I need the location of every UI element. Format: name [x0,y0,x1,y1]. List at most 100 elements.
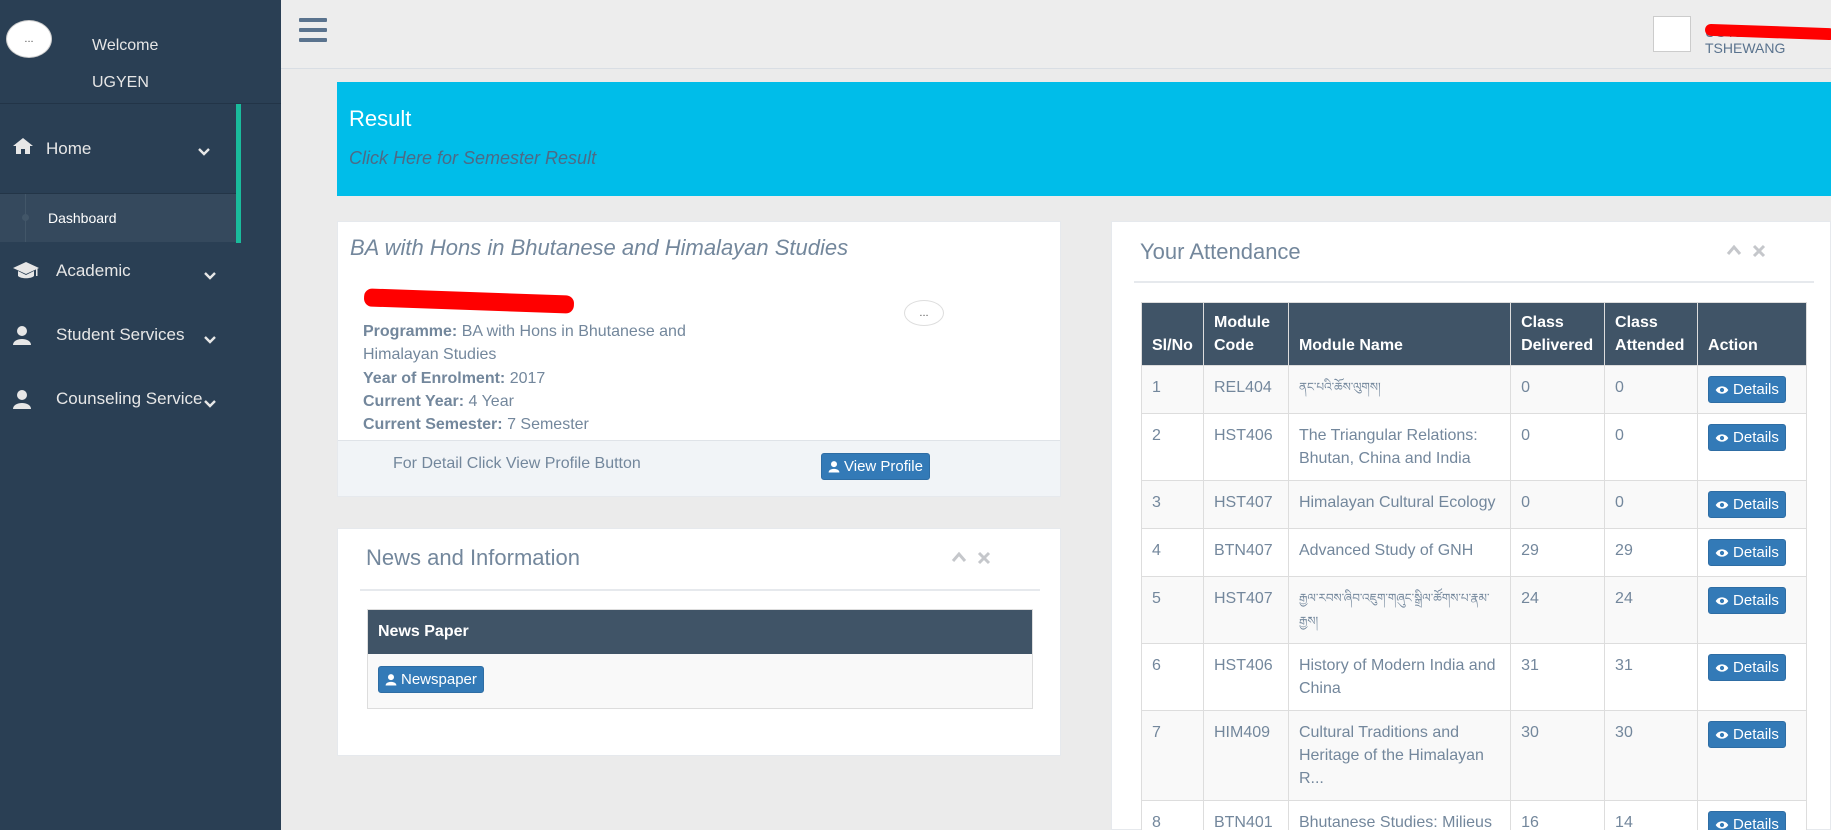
details-button[interactable]: Details [1708,654,1786,681]
cell-class-delivered: 30 [1510,710,1606,801]
table-row: Newspaper [368,654,1032,708]
cell-class-delivered: 29 [1510,528,1606,577]
panel-tools [951,551,991,565]
column-header: Module Code [1202,302,1289,366]
sidebar-item-dashboard[interactable]: Dashboard [0,194,236,242]
details-button[interactable]: Details [1708,721,1786,748]
newspaper-button[interactable]: Newspaper [378,666,484,693]
divider [360,589,1040,591]
user-icon [385,674,397,686]
column-header: Class Attended [1604,302,1699,366]
close-icon[interactable] [977,551,991,565]
details-button[interactable]: Details [1708,376,1786,403]
sidebar-item-label: Academic [56,261,131,280]
cell-class-delivered: 0 [1510,480,1606,529]
sidebar-item-home[interactable]: Home [0,104,236,194]
cell-module-name: The Triangular Relations: Bhutan, China … [1287,413,1512,481]
eye-icon [1715,500,1729,509]
semester-result-link[interactable]: Click Here for Semester Result [349,148,596,169]
cell-class-delivered: 16 [1510,800,1606,830]
button-label: Details [1733,726,1779,743]
details-button[interactable]: Details [1708,539,1786,566]
button-label: Details [1733,659,1779,676]
cell-class-attended: 14 [1604,800,1699,830]
collapse-icon[interactable] [1726,244,1742,256]
result-banner: Result Click Here for Semester Result [337,82,1831,196]
sidebar-item-label: Home [46,138,92,158]
cell-action: Details [1697,643,1807,711]
cell-sl-no: 8 [1141,800,1204,830]
table-row: 7 HIM409 Cultural Traditions and Heritage … [1141,710,1807,801]
avatar: ... [6,20,52,58]
collapse-icon[interactable] [951,551,967,563]
cell-sl-no: 6 [1141,643,1204,711]
cell-class-attended: 0 [1604,480,1699,529]
cell-class-attended: 0 [1604,413,1699,481]
cell-sl-no: 5 [1141,576,1204,644]
programme-panel: BA with Hons in Bhutanese and Himalayan … [337,221,1061,497]
cell-module-name: Himalayan Cultural Ecology [1287,480,1512,529]
semester-row: Current Semester: 7 Semester [363,416,589,433]
cell-action: Details [1697,710,1807,801]
current-year-row: Current Year: 4 Year [363,393,514,410]
table-row: 4 BTN407 Advanced Study of GNH 29 29 Details [1141,528,1807,577]
chevron-down-icon [204,330,216,350]
cell-module-code: BTN401 [1202,800,1289,830]
button-label: Details [1733,816,1779,830]
top-navbar: UGYEN TSHEWANG [281,0,1831,69]
cell-module-name: Cultural Traditions and Heritage of the … [1287,710,1512,801]
cell-module-code: HST407 [1202,480,1289,529]
enrolment-row: Year of Enrolment: 2017 [363,370,546,387]
column-header: Module Name [1287,302,1512,366]
chevron-down-icon [204,394,216,414]
table-header: News Paper [368,610,1032,654]
cell-module-name: History of Modern India and China [1287,643,1512,711]
result-title: Result [349,106,412,131]
cell-action: Details [1697,528,1807,577]
cell-module-code: REL404 [1202,365,1289,414]
cell-class-delivered: 24 [1510,576,1606,644]
eye-icon [1715,433,1729,442]
close-icon[interactable] [1752,244,1766,258]
details-button[interactable]: Details [1708,587,1786,614]
button-label: Details [1733,592,1779,609]
programme-footer: For Detail Click View Profile Button Vie… [338,440,1060,496]
cell-module-code: HST407 [1202,576,1289,644]
attendance-body: 1 REL404 ནང་པའི་ཆོས་ལུགས། 0 0 Details 2 HST406 T… [1141,365,1807,830]
details-button[interactable]: Details [1708,491,1786,518]
button-label: Details [1733,544,1779,561]
cell-action: Details [1697,365,1807,414]
cell-module-name: Bhutanese Studies: Milieus [1287,800,1512,830]
cell-class-attended: 29 [1604,528,1699,577]
sidebar-item-counseling-service[interactable]: Counseling Service [0,367,241,431]
table-row: 1 REL404 ནང་པའི་ཆོས་ལུགས། 0 0 Details [1141,365,1807,414]
table-header-row: Sl/No Module Code Module Name Class Deli… [1141,302,1807,366]
cell-action: Details [1697,413,1807,481]
eye-icon [1715,820,1729,829]
sidebar-item-student-services[interactable]: Student Services [0,303,241,367]
column-header: Sl/No [1141,302,1204,366]
attendance-title: Your Attendance [1140,239,1301,264]
cell-module-name: Advanced Study of GNH [1287,528,1512,577]
details-button[interactable]: Details [1708,424,1786,451]
table-row: 5 HST407 རྒྱལ་རབས་ཞིབ་འཇུག་གཞུང་སྒྲིལ་ཚོགས… [1141,576,1807,644]
cell-module-code: HST406 [1202,413,1289,481]
eye-icon [1715,548,1729,557]
column-header: Action [1697,302,1807,366]
sidebar-item-label: Student Services [56,325,185,344]
sidebar-item-academic[interactable]: Academic [0,239,241,303]
cell-module-code: HST406 [1202,643,1289,711]
cell-class-delivered: 0 [1510,413,1606,481]
cell-sl-no: 4 [1141,528,1204,577]
user-icon [828,461,840,473]
attendance-table: Sl/No Module Code Module Name Class Deli… [1141,302,1807,830]
cell-class-attended: 24 [1604,576,1699,644]
cell-action: Details [1697,480,1807,529]
user-avatar[interactable] [1653,16,1691,52]
cell-module-name: ནང་པའི་ཆོས་ལུགས། [1287,365,1512,414]
details-button[interactable]: Details [1708,811,1786,830]
view-profile-button[interactable]: View Profile [821,453,930,480]
cell-class-attended: 0 [1604,365,1699,414]
menu-toggle-icon[interactable] [299,18,327,44]
home-icon [12,137,34,160]
